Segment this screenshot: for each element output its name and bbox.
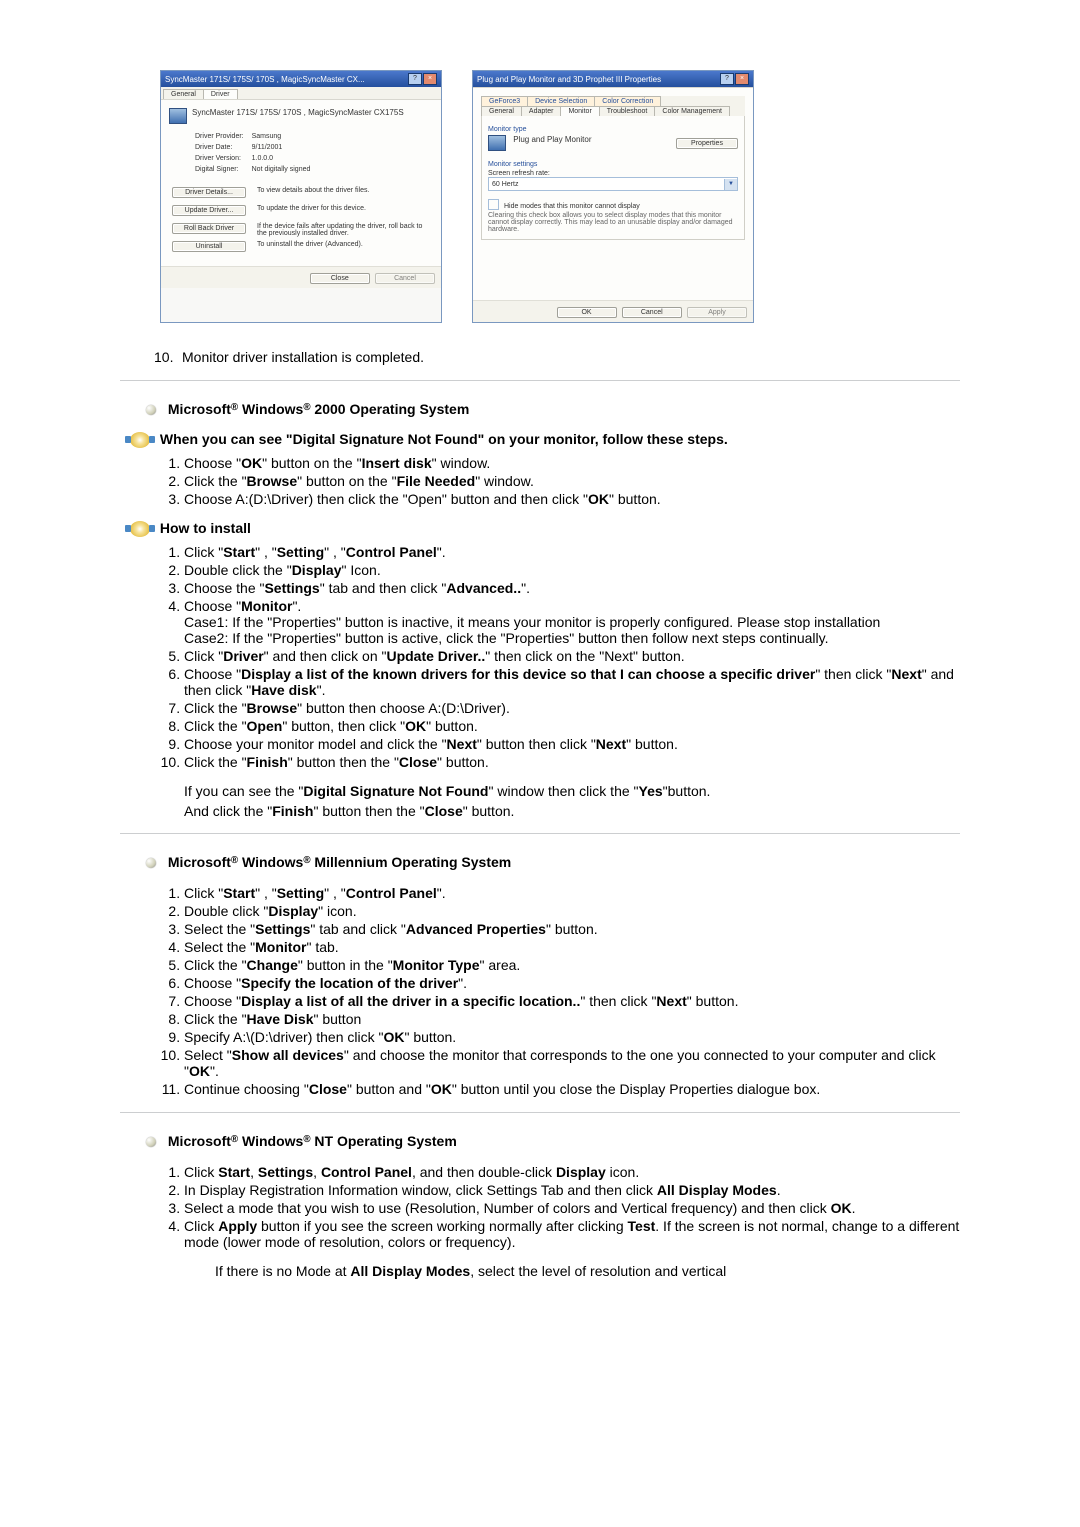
monitor-settings-label: Monitor settings — [488, 161, 738, 168]
monitor-icon — [488, 135, 506, 151]
tab-troubleshoot[interactable]: Troubleshoot — [599, 106, 656, 116]
dialog2-titlebar: Plug and Play Monitor and 3D Prophet III… — [473, 71, 753, 87]
tab-color-mgmt[interactable]: Color Management — [654, 106, 730, 116]
nt-steps: Click Start, Settings, Control Panel, an… — [120, 1163, 960, 1251]
digsig-steps: Choose "OK" button on the "Insert disk" … — [120, 454, 960, 508]
bullet-icon — [146, 1137, 156, 1147]
monitor-type-label: Monitor type — [488, 126, 738, 133]
tab-monitor[interactable]: Monitor — [560, 106, 599, 116]
apply-button: Apply — [687, 307, 747, 318]
section-me-heading: Microsoft® Windows® Millennium Operating… — [146, 854, 960, 870]
dialog-display-properties: Plug and Play Monitor and 3D Prophet III… — [472, 70, 754, 323]
rollback-desc: If the device fails after updating the d… — [256, 222, 431, 238]
tab-general2[interactable]: General — [481, 106, 522, 116]
cancel-button2[interactable]: Cancel — [622, 307, 682, 318]
sub-howto: How to install — [120, 520, 960, 537]
properties-button[interactable]: Properties — [676, 138, 738, 149]
device-name: SyncMaster 171S/ 175S/ 170S , MagicSyncM… — [192, 108, 404, 124]
dialog1-tabs: General Driver — [161, 87, 441, 99]
divider — [120, 833, 960, 834]
me-steps: Click "Start" , "Setting" , "Control Pan… — [120, 884, 960, 1098]
close-button[interactable]: Close — [310, 273, 370, 284]
dialog1-title: SyncMaster 171S/ 175S/ 170S , MagicSyncM… — [165, 75, 365, 84]
screenshot-row: SyncMaster 171S/ 175S/ 170S , MagicSyncM… — [160, 70, 960, 323]
post-note: If you can see the "Digital Signature No… — [184, 783, 960, 819]
case1: Case1: If the "Properties" button is ina… — [184, 614, 960, 630]
help-icon[interactable]: ? — [720, 73, 734, 85]
rollback-driver-button[interactable]: Roll Back Driver — [172, 223, 246, 234]
marker-icon — [130, 521, 150, 537]
tab-driver[interactable]: Driver — [203, 89, 238, 99]
dialog-driver-properties: SyncMaster 171S/ 175S/ 170S , MagicSyncM… — [160, 70, 442, 323]
dialog2-title: Plug and Play Monitor and 3D Prophet III… — [477, 75, 661, 84]
tab-color-correction[interactable]: Color Correction — [594, 96, 661, 106]
close-icon[interactable]: × — [735, 73, 749, 85]
nt-trailing-note: If there is no Mode at All Display Modes… — [215, 1263, 960, 1279]
tab-adapter[interactable]: Adapter — [521, 106, 562, 116]
dialog1-window-buttons: ?× — [407, 73, 437, 85]
close-icon[interactable]: × — [423, 73, 437, 85]
sub-dig-sig: When you can see "Digital Signature Not … — [120, 431, 960, 448]
bullet-icon — [146, 405, 156, 415]
tab-device-selection[interactable]: Device Selection — [527, 96, 595, 106]
update-driver-button[interactable]: Update Driver... — [172, 205, 246, 216]
step-10: Monitor driver installation is completed… — [154, 348, 960, 366]
dialog2-window-buttons: ?× — [719, 73, 749, 85]
dialog1-titlebar: SyncMaster 171S/ 175S/ 170S , MagicSyncM… — [161, 71, 441, 87]
driver-info-table: Driver Provider:Samsung Driver Date:9/11… — [193, 130, 318, 176]
uninstall-button[interactable]: Uninstall — [172, 241, 246, 252]
case2: Case2: If the "Properties" button is act… — [184, 630, 960, 646]
marker-icon — [130, 432, 150, 448]
ok-button[interactable]: OK — [557, 307, 617, 318]
uninstall-desc: To uninstall the driver (Advanced). — [256, 240, 431, 256]
refresh-rate-label: Screen refresh rate: — [488, 170, 738, 177]
step10-list: Monitor driver installation is completed… — [120, 348, 960, 366]
details-desc: To view details about the driver files. — [256, 186, 431, 202]
chevron-down-icon: ▼ — [724, 179, 737, 190]
hide-modes-desc: Clearing this check box allows you to se… — [488, 212, 738, 233]
bullet-icon — [146, 858, 156, 868]
hide-modes-label: Hide modes that this monitor cannot disp… — [504, 203, 640, 210]
hide-modes-checkbox[interactable] — [488, 199, 499, 210]
driver-details-button[interactable]: Driver Details... — [172, 187, 246, 198]
divider — [120, 1112, 960, 1113]
divider — [120, 380, 960, 381]
tab-geforce[interactable]: GeForce3 — [481, 96, 528, 106]
section-2000-heading: Microsoft® Windows® 2000 Operating Syste… — [146, 401, 960, 417]
monitor-type-value: Plug and Play Monitor — [513, 135, 591, 144]
monitor-icon — [169, 108, 187, 124]
cancel-button: Cancel — [375, 273, 435, 284]
tab-general[interactable]: General — [163, 89, 204, 99]
section-nt-heading: Microsoft® Windows® NT Operating System — [146, 1133, 960, 1149]
update-desc: To update the driver for this device. — [256, 204, 431, 220]
refresh-rate-dropdown[interactable]: 60 Hertz ▼ — [488, 177, 738, 191]
howto-steps: Click "Start" , "Setting" , "Control Pan… — [120, 543, 960, 771]
help-icon[interactable]: ? — [408, 73, 422, 85]
